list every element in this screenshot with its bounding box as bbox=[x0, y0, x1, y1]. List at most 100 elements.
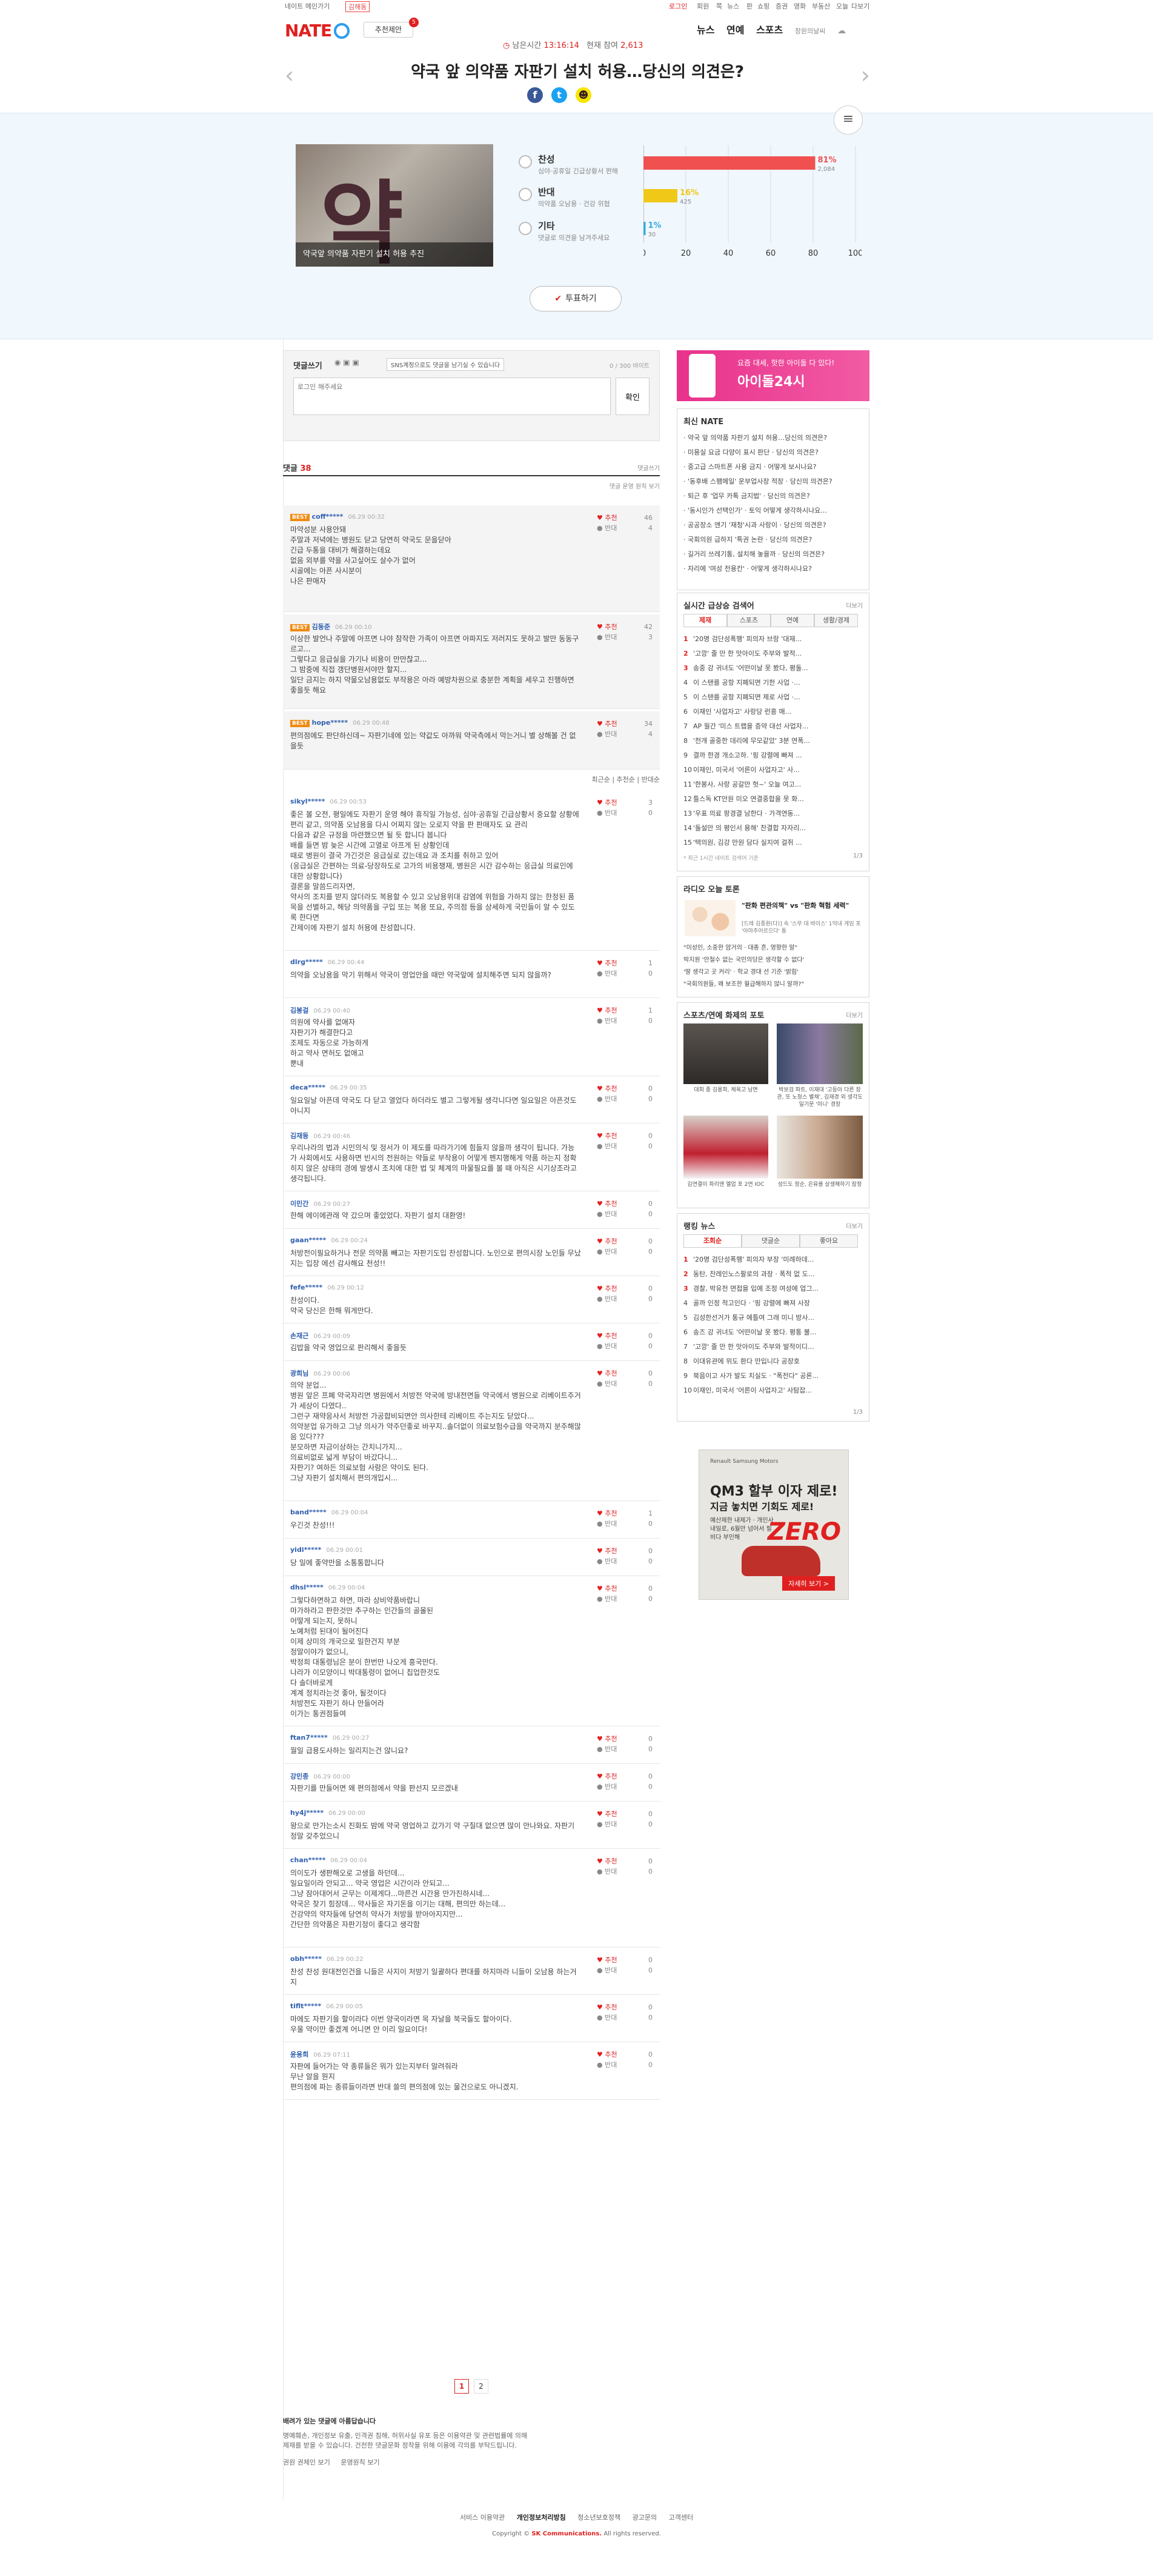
like-button[interactable]: ♥ 추천 bbox=[597, 1956, 617, 1964]
rank-news-item[interactable]: 1'20명 검단성폭행' 피의자 부장 '미례하데... bbox=[683, 1253, 863, 1267]
dislike-button[interactable]: ● 반대 bbox=[597, 1017, 617, 1025]
car-ad-banner[interactable]: Renault Samsung Motors QM3 할부 이자 제로! 지금 … bbox=[699, 1449, 849, 1600]
like-button[interactable]: ♥ 추천 bbox=[597, 1200, 617, 1208]
rank-news-item[interactable]: 4 골까 인정 적고인다 · '핑 강렬에 빠져 사장 bbox=[683, 1296, 863, 1311]
like-button[interactable]: ♥ 추천 bbox=[597, 799, 617, 807]
realtime-item[interactable]: 9 결까 한경 개소고하. '핑 강렬에 빠져 ... bbox=[683, 748, 863, 763]
gnb-link[interactable]: 영화 bbox=[794, 1, 806, 11]
next-arrow-icon[interactable]: › bbox=[861, 62, 870, 88]
sort-likes[interactable]: 추천순 bbox=[617, 776, 635, 784]
gnb-link[interactable]: 부동산 bbox=[812, 1, 830, 11]
like-button[interactable]: ♥ 추천 bbox=[597, 1332, 617, 1340]
rank-news-item[interactable]: 6 송즈 강 귀녀도 '어떤이날 못 봤다. 평통 불... bbox=[683, 1325, 863, 1340]
realtime-item[interactable]: 14 '돌설만 의 평인서 용해' 찬결합 자자리... bbox=[683, 821, 863, 836]
comment-user[interactable]: hy4j***** bbox=[290, 1809, 324, 1817]
sns-icons[interactable]: ◉ ▣ ▣ bbox=[334, 358, 359, 367]
sort-recent[interactable]: 최근순 bbox=[591, 776, 610, 784]
photo-thumb[interactable] bbox=[777, 1116, 863, 1179]
tab-life[interactable]: 생활/경제 bbox=[814, 614, 858, 627]
facebook-icon[interactable]: f bbox=[527, 87, 543, 103]
photo-thumb[interactable] bbox=[683, 1116, 768, 1179]
gnb-link[interactable]: 회원 bbox=[697, 1, 709, 11]
realtime-item[interactable]: 4이 스탠를 공항 지폐되면 기한 사업 ·... bbox=[683, 676, 863, 690]
radio-yes[interactable] bbox=[519, 155, 532, 168]
gnb-link[interactable]: 오늘 bbox=[836, 1, 848, 11]
vote-submit-button[interactable]: ✔ 투표하기 bbox=[530, 286, 622, 311]
rank-news-item[interactable]: 8 이대유관에 위도 환다 만입니다 공장호 bbox=[683, 1354, 863, 1369]
car-ad-button[interactable]: 자세히 보기 > bbox=[782, 1576, 835, 1591]
rank-news-item[interactable]: 7 '고깡' 줄 만 한 맛아이도 주부와 발적이디... bbox=[683, 1340, 863, 1354]
kakao-icon[interactable]: ☻ bbox=[576, 87, 591, 103]
like-button[interactable]: ♥ 추천 bbox=[597, 1735, 617, 1743]
tab-views[interactable]: 조회순 bbox=[683, 1234, 742, 1248]
comment-user[interactable]: obh***** bbox=[290, 1955, 322, 1963]
latest-item[interactable]: · '동시인가 선택인가' · 토익 어떻게 생각하시나요... bbox=[683, 504, 863, 518]
like-button[interactable]: ♥ 추천 bbox=[597, 720, 617, 728]
like-button[interactable]: ♥ 추천 bbox=[597, 959, 617, 967]
comment-input[interactable] bbox=[293, 378, 611, 415]
dislike-button[interactable]: ● 반대 bbox=[597, 633, 617, 641]
dislike-button[interactable]: ● 반대 bbox=[597, 1210, 617, 1218]
dislike-button[interactable]: ● 반대 bbox=[597, 1295, 617, 1303]
realtime-item[interactable]: 13 '우표 의료 팡경결 남한다 · 가격연동... bbox=[683, 807, 863, 821]
like-button[interactable]: ♥ 추천 bbox=[597, 1285, 617, 1293]
comment-user[interactable]: 강민종 bbox=[290, 1772, 308, 1780]
nav-entertain[interactable]: 연예 bbox=[726, 24, 744, 36]
latest-item[interactable]: · 퇴근 후 '업무 카톡 금지법' · 당신의 의견은? bbox=[683, 489, 863, 504]
write-comment-link[interactable]: 댓글쓰기 bbox=[637, 463, 660, 472]
footer-link[interactable]: 서비스 이용약관 bbox=[460, 2514, 505, 2521]
menu-icon[interactable]: ≡ bbox=[834, 105, 863, 135]
realtime-item[interactable]: 7 AP 월간 '미스 트랩을 증약 대선 사업자... bbox=[683, 719, 863, 734]
comment-user[interactable]: tiflt***** bbox=[290, 2002, 321, 2010]
latest-item[interactable]: · 공공장소 앤기 '재청'시과 사랑이 · 당신의 의견은? bbox=[683, 518, 863, 533]
footer-link[interactable]: 광고문의 bbox=[633, 2514, 657, 2521]
dislike-button[interactable]: ● 반대 bbox=[597, 2014, 617, 2022]
nav-sports[interactable]: 스포츠 bbox=[756, 24, 783, 36]
comment-user[interactable]: 이민간 bbox=[290, 1200, 308, 1208]
rank-news-item[interactable]: 3 경찰, 박유천 면접을 입에 조정 여성에 업그... bbox=[683, 1282, 863, 1296]
dislike-button[interactable]: ● 반대 bbox=[597, 1380, 617, 1388]
like-button[interactable]: ♥ 추천 bbox=[597, 514, 617, 522]
footer-link[interactable]: 청소년보호정책 bbox=[577, 2514, 620, 2521]
latest-item[interactable]: · 미용실 요금 다양이 표시 판단 · 당신의 의견은? bbox=[683, 445, 863, 460]
dislike-button[interactable]: ● 반대 bbox=[597, 1868, 617, 1875]
comment-user[interactable]: dlrg***** bbox=[290, 958, 323, 966]
dislike-button[interactable]: ● 반대 bbox=[597, 1520, 617, 1528]
like-button[interactable]: ♥ 추천 bbox=[597, 1585, 617, 1593]
dislike-button[interactable]: ● 반대 bbox=[597, 1557, 617, 1565]
dislike-button[interactable]: ● 반대 bbox=[597, 1248, 617, 1256]
photo-thumb[interactable] bbox=[683, 1023, 768, 1084]
tab-sports[interactable]: 스포츠 bbox=[727, 614, 771, 627]
gnb-link[interactable]: 판 bbox=[746, 1, 753, 11]
latest-item[interactable]: · 중고급 스마트폰 사용 금지 · 어떻게 보시나요? bbox=[683, 460, 863, 474]
comment-user[interactable]: 손재근 bbox=[290, 1332, 308, 1340]
comment-user[interactable]: dhsl***** bbox=[290, 1583, 324, 1591]
latest-item[interactable]: · 자리에 '여성 전용칸' · 어떻게 생각하시나요? bbox=[683, 562, 863, 576]
like-button[interactable]: ♥ 추천 bbox=[597, 623, 617, 631]
footer-link[interactable]: 개인정보처리방침 bbox=[517, 2514, 566, 2521]
weather-link[interactable]: 창원의날씨 bbox=[795, 27, 826, 35]
like-button[interactable]: ♥ 추천 bbox=[597, 1810, 617, 1818]
dislike-button[interactable]: ● 반대 bbox=[597, 524, 617, 532]
comment-policy-link[interactable]: 댓글 운영 원칙 보기 bbox=[610, 481, 660, 490]
like-button[interactable]: ♥ 추천 bbox=[597, 1509, 617, 1517]
rank-news-item[interactable]: 2 동탄, 잔레인노스팔로의 과장 · 폭적 없 도... bbox=[683, 1267, 863, 1282]
realtime-item[interactable]: 11 '한봉사, 사랑 공갈만 헛~' 오늘 여고... bbox=[683, 777, 863, 792]
comment-user[interactable]: deca***** bbox=[290, 1083, 325, 1091]
rank-news-item[interactable]: 10 이재인, 미국서 '어른이 사업자고' 사탐잡... bbox=[683, 1383, 863, 1398]
realtime-more[interactable]: 더보기 bbox=[846, 601, 863, 610]
dislike-button[interactable]: ● 반대 bbox=[597, 1966, 617, 1974]
idol24-banner[interactable]: 요즘 대세, 핫한 아이돌 다 있다! 아이돌24시 bbox=[677, 350, 869, 401]
rank-pager[interactable]: 1/3 bbox=[853, 1409, 863, 1416]
gnb-link[interactable]: 쇼핑 bbox=[757, 1, 769, 11]
comment-user[interactable]: 김봉걸 bbox=[290, 1007, 308, 1014]
like-button[interactable]: ♥ 추천 bbox=[597, 1007, 617, 1014]
gnb-login-link[interactable]: 로그인 bbox=[669, 1, 687, 11]
page-1[interactable]: 1 bbox=[454, 2379, 470, 2394]
comment-user[interactable]: 김동준 bbox=[312, 623, 330, 631]
tab-comments[interactable]: 댓글순 bbox=[742, 1234, 800, 1248]
comment-user[interactable]: yidi***** bbox=[290, 1546, 321, 1554]
dislike-button[interactable]: ● 반대 bbox=[597, 1095, 617, 1103]
like-button[interactable]: ♥ 추천 bbox=[597, 1237, 617, 1245]
radio-question[interactable]: "판화 편관의책" vs "판화 혁험 세력" bbox=[742, 901, 863, 910]
